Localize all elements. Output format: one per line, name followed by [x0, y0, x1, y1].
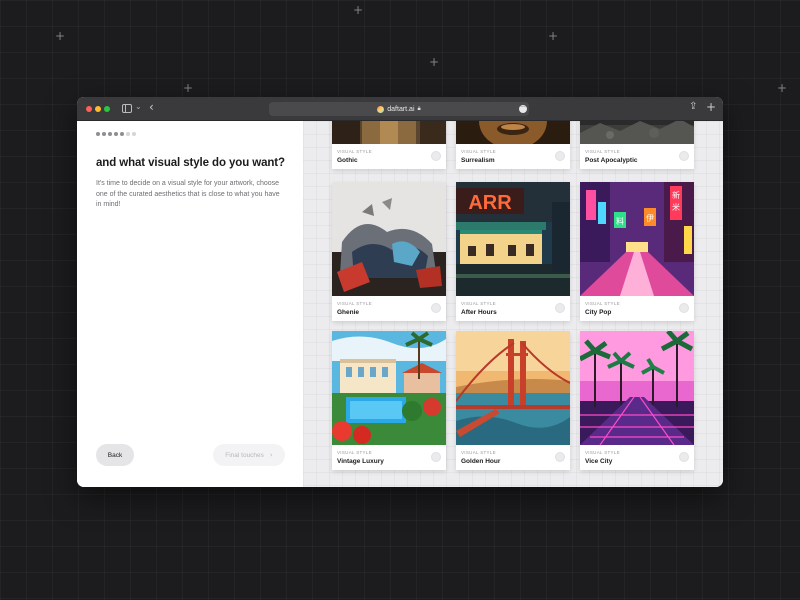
sign-text: 新: [672, 190, 680, 200]
style-card-meta: VISUAL STYLE After Hours: [456, 296, 570, 321]
style-card-meta: VISUAL STYLE Surrealism: [456, 144, 570, 169]
step-dot: [114, 132, 118, 136]
style-name: Vintage Luxury: [337, 458, 384, 465]
zoom-window-button[interactable]: [104, 106, 110, 112]
style-tag: VISUAL STYLE: [585, 149, 620, 154]
style-select-radio[interactable]: [431, 151, 441, 161]
style-name: Vice City: [585, 458, 613, 465]
chevron-right-icon: ›: [269, 451, 273, 459]
style-name: Surrealism: [461, 157, 495, 164]
style-tag: VISUAL STYLE: [461, 301, 496, 306]
style-select-radio[interactable]: [431, 303, 441, 313]
step-dot: [108, 132, 112, 136]
address-url: daftart.ai: [387, 105, 415, 113]
style-card-city-pop[interactable]: 新 米 料 伊 VISUAL STYLE City Pop: [580, 182, 694, 321]
browser-titlebar: ⌄ ‹ daftart.ai 🔒︎ ··· ⇪ +: [77, 97, 723, 121]
style-card-meta: VISUAL STYLE Post Apocalyptic: [580, 144, 694, 169]
step-dot: [126, 132, 130, 136]
style-image: 新 米 料 伊: [580, 182, 694, 296]
step-dot: [132, 132, 136, 136]
style-select-radio[interactable]: [555, 452, 565, 462]
page-description: It's time to decide on a visual style fo…: [96, 180, 280, 208]
style-name: Post Apocalyptic: [585, 157, 638, 164]
style-card-meta: VISUAL STYLE Gothic: [332, 144, 446, 169]
style-tag: VISUAL STYLE: [585, 450, 620, 455]
style-tag: VISUAL STYLE: [461, 450, 496, 455]
style-image: [456, 121, 570, 144]
minimize-window-button[interactable]: [95, 106, 101, 112]
style-gallery[interactable]: VISUAL STYLE Gothic VISUAL STYLE Surreal…: [303, 121, 723, 487]
style-name: After Hours: [461, 309, 497, 316]
style-image: [332, 182, 446, 296]
style-card-vice-city[interactable]: VISUAL STYLE Vice City: [580, 331, 694, 470]
style-name: Golden Hour: [461, 458, 501, 465]
onboarding-panel: and what visual style do you want? It's …: [77, 121, 303, 487]
style-select-radio[interactable]: [555, 303, 565, 313]
back-button[interactable]: Back: [96, 444, 134, 466]
style-card-surrealism[interactable]: VISUAL STYLE Surrealism: [456, 121, 570, 169]
style-tag: VISUAL STYLE: [337, 450, 372, 455]
style-tag: VISUAL STYLE: [585, 301, 620, 306]
backdrop-plus-icon: +: [55, 29, 66, 43]
style-card-gothic[interactable]: VISUAL STYLE Gothic: [332, 121, 446, 169]
style-card-golden-hour[interactable]: VISUAL STYLE Golden Hour: [456, 331, 570, 470]
style-image: [332, 331, 446, 445]
style-image: [580, 331, 694, 445]
site-favicon-icon: [377, 105, 385, 113]
browser-window: ⌄ ‹ daftart.ai 🔒︎ ··· ⇪ + and what visua…: [77, 97, 723, 487]
backdrop-plus-icon: +: [353, 3, 364, 17]
style-select-radio[interactable]: [679, 452, 689, 462]
style-tag: VISUAL STYLE: [337, 149, 372, 154]
sign-text: 料: [616, 216, 624, 226]
backdrop-plus-icon: +: [548, 29, 559, 43]
style-tag: VISUAL STYLE: [461, 149, 496, 154]
sign-text: 伊: [646, 213, 654, 223]
backdrop-plus-icon: +: [183, 81, 194, 95]
sidebar-toggle-icon[interactable]: [122, 104, 132, 113]
style-name: Gothic: [337, 157, 358, 164]
style-card-ghenie[interactable]: VISUAL STYLE Ghenie: [332, 182, 446, 321]
step-dot: [120, 132, 124, 136]
style-select-radio[interactable]: [679, 151, 689, 161]
style-card-post-apocalyptic[interactable]: VISUAL STYLE Post Apocalyptic: [580, 121, 694, 169]
backdrop-plus-icon: +: [777, 81, 788, 95]
back-arrow-icon[interactable]: ‹: [149, 100, 154, 114]
step-progress: [96, 132, 136, 136]
style-tag: VISUAL STYLE: [337, 301, 372, 306]
style-card-meta: VISUAL STYLE Golden Hour: [456, 445, 570, 470]
step-dot: [102, 132, 106, 136]
close-window-button[interactable]: [86, 106, 92, 112]
address-bar[interactable]: daftart.ai 🔒︎: [269, 102, 529, 116]
style-image: ARR: [456, 182, 570, 296]
style-select-radio[interactable]: [555, 151, 565, 161]
final-touches-button[interactable]: Final touches ›: [213, 444, 285, 466]
final-touches-label: Final touches: [225, 451, 264, 459]
style-name: City Pop: [585, 309, 612, 316]
style-card-meta: VISUAL STYLE Vintage Luxury: [332, 445, 446, 470]
neon-sign-text: ARR: [468, 192, 512, 214]
new-tab-icon[interactable]: +: [706, 100, 716, 114]
chevron-down-icon[interactable]: ⌄: [135, 102, 142, 111]
style-card-meta: VISUAL STYLE Ghenie: [332, 296, 446, 321]
style-card-meta: VISUAL STYLE Vice City: [580, 445, 694, 470]
style-image: [580, 121, 694, 144]
share-icon[interactable]: ⇪: [689, 101, 697, 112]
step-dot: [96, 132, 100, 136]
more-options-icon[interactable]: ···: [519, 105, 527, 113]
backdrop-plus-icon: +: [429, 55, 440, 69]
style-select-radio[interactable]: [431, 452, 441, 462]
style-select-radio[interactable]: [679, 303, 689, 313]
style-card-vintage-luxury[interactable]: VISUAL STYLE Vintage Luxury: [332, 331, 446, 470]
style-card-meta: VISUAL STYLE City Pop: [580, 296, 694, 321]
lock-icon: 🔒︎: [417, 105, 421, 112]
sign-text: 米: [672, 202, 680, 212]
style-image: [332, 121, 446, 144]
style-card-after-hours[interactable]: ARR VISUAL STYLE After Hours: [456, 182, 570, 321]
page-title: and what visual style do you want?: [96, 157, 285, 169]
style-name: Ghenie: [337, 309, 360, 316]
style-image: [456, 331, 570, 445]
